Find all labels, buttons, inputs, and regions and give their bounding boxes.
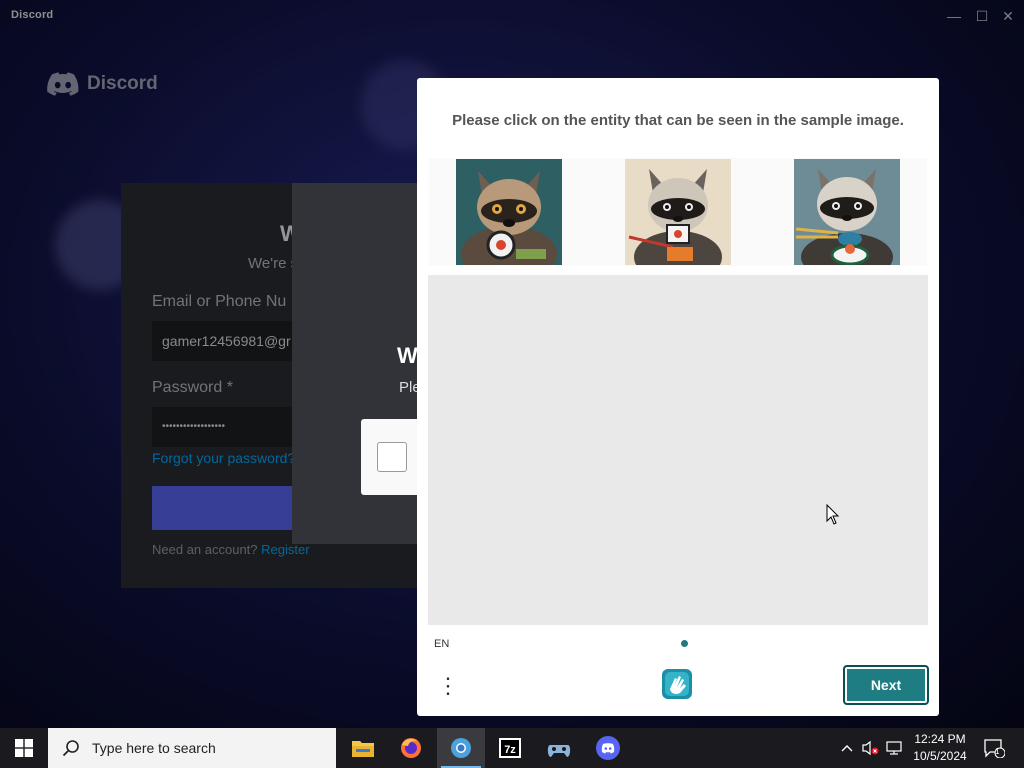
firefox-icon	[401, 738, 421, 758]
raccoon-sushi-image-icon	[625, 159, 731, 265]
next-button[interactable]: Next	[843, 665, 929, 705]
hcaptcha-challenge: Please click on the entity that can be s…	[417, 78, 939, 716]
taskbar-firefox[interactable]	[387, 728, 435, 768]
taskbar-chrome[interactable]	[437, 728, 485, 768]
sample-image-3	[794, 159, 900, 265]
notification-count: 1	[995, 747, 1000, 756]
taskbar-file-explorer[interactable]	[339, 728, 387, 768]
raccoon-sushi-image-icon	[794, 159, 900, 265]
hcaptcha-logo-icon	[660, 667, 694, 706]
search-icon	[62, 740, 79, 757]
challenge-canvas[interactable]	[428, 275, 928, 625]
7zip-icon: 7z	[499, 738, 521, 758]
mouse-cursor-icon	[826, 503, 840, 531]
sample-image-1	[456, 159, 562, 265]
raccoon-sushi-image-icon	[456, 159, 562, 265]
taskbar-steam[interactable]	[535, 728, 583, 768]
language-selector[interactable]: EN	[434, 638, 449, 650]
search-placeholder: Type here to search	[92, 740, 216, 756]
taskbar-search-box[interactable]: Type here to search	[48, 728, 336, 768]
discord-icon	[596, 736, 620, 760]
taskbar-7zip[interactable]: 7z	[486, 728, 534, 768]
captcha-checkbox[interactable]	[377, 442, 407, 472]
svg-text:7z: 7z	[504, 744, 516, 756]
verification-title: W	[397, 343, 418, 368]
challenge-prompt: Please click on the entity that can be s…	[452, 112, 904, 129]
windows-taskbar: Type here to search 7z 12:24 PM 10/5/202…	[0, 728, 1024, 768]
windows-logo-icon	[15, 739, 33, 757]
sample-images	[429, 158, 927, 266]
taskbar-discord[interactable]	[584, 728, 632, 768]
more-options-icon[interactable]: ⋮	[437, 672, 459, 700]
volume-muted-icon[interactable]	[860, 728, 880, 768]
chrome-icon	[451, 738, 471, 758]
taskbar-clock[interactable]: 12:24 PM 10/5/2024	[905, 731, 975, 765]
page-indicator-dot	[681, 640, 688, 647]
gamepad-icon	[547, 745, 571, 757]
tray-show-hidden-icon[interactable]	[838, 728, 856, 768]
clock-date: 10/5/2024	[913, 749, 967, 763]
folder-icon	[352, 741, 374, 757]
sample-image-2	[625, 159, 731, 265]
clock-time: 12:24 PM	[914, 732, 966, 746]
start-button[interactable]	[0, 728, 48, 768]
notification-center-icon[interactable]: 1	[980, 728, 1008, 768]
network-icon[interactable]	[884, 728, 904, 768]
